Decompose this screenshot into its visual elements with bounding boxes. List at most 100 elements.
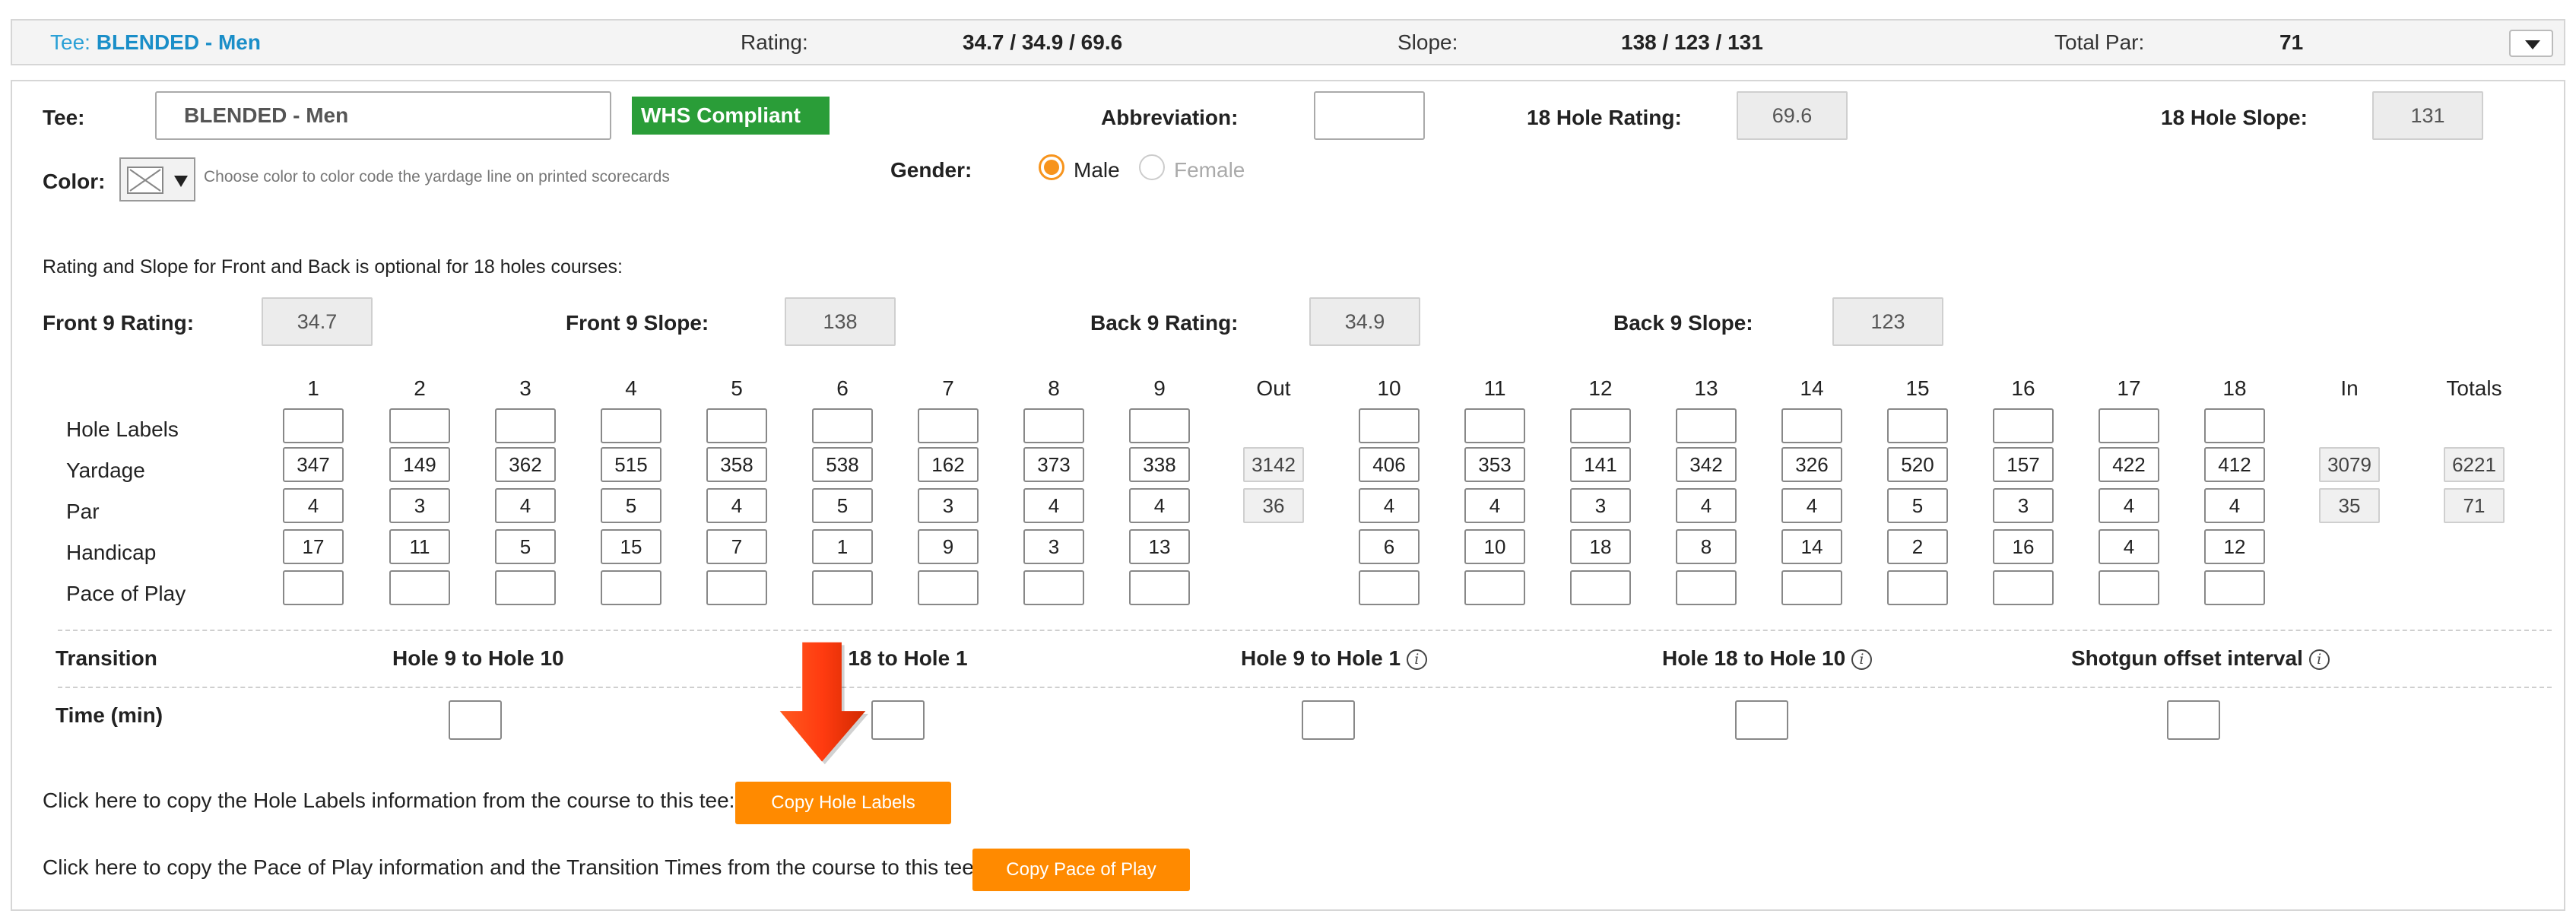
par-input[interactable]: 4 (1464, 488, 1525, 523)
handicap-input[interactable]: 1 (812, 529, 873, 564)
pace-of-play-input[interactable] (1676, 570, 1737, 605)
time-input-9-10[interactable] (449, 700, 502, 740)
hole-label-input[interactable] (601, 408, 661, 443)
pace-of-play-input[interactable] (1993, 570, 2054, 605)
hole-label-input[interactable] (1129, 408, 1190, 443)
par-input[interactable]: 4 (2204, 488, 2265, 523)
pace-of-play-input[interactable] (2099, 570, 2159, 605)
handicap-input[interactable]: 11 (389, 529, 450, 564)
yardage-input[interactable]: 412 (2204, 447, 2265, 482)
info-icon[interactable]: i (1406, 649, 1427, 671)
par-input[interactable]: 3 (1570, 488, 1631, 523)
hole-label-input[interactable] (918, 408, 979, 443)
yardage-input[interactable]: 373 (1023, 447, 1084, 482)
yardage-input[interactable]: 162 (918, 447, 979, 482)
hole-label-input[interactable] (1781, 408, 1842, 443)
pace-of-play-input[interactable] (1570, 570, 1631, 605)
yardage-input[interactable]: 157 (1993, 447, 2054, 482)
hole-label-input[interactable] (389, 408, 450, 443)
gender-male-radio[interactable] (1039, 154, 1064, 180)
time-input-9-1[interactable] (1302, 700, 1355, 740)
par-input[interactable]: 5 (812, 488, 873, 523)
abbreviation-input[interactable] (1314, 91, 1425, 140)
par-input[interactable]: 3 (1993, 488, 2054, 523)
hole-label-input[interactable] (1359, 408, 1420, 443)
par-input[interactable]: 4 (1359, 488, 1420, 523)
pace-of-play-input[interactable] (601, 570, 661, 605)
yardage-input[interactable]: 338 (1129, 447, 1190, 482)
pace-of-play-input[interactable] (706, 570, 767, 605)
hole-label-input[interactable] (2099, 408, 2159, 443)
handicap-input[interactable]: 5 (495, 529, 556, 564)
gender-female-label[interactable]: Female (1174, 158, 1245, 182)
handicap-input[interactable]: 6 (1359, 529, 1420, 564)
yardage-input[interactable]: 362 (495, 447, 556, 482)
handicap-input[interactable]: 2 (1887, 529, 1948, 564)
yardage-input[interactable]: 141 (1570, 447, 1631, 482)
yardage-input[interactable]: 326 (1781, 447, 1842, 482)
hole-label-input[interactable] (706, 408, 767, 443)
yardage-input[interactable]: 149 (389, 447, 450, 482)
hole-label-input[interactable] (1023, 408, 1084, 443)
pace-of-play-input[interactable] (1781, 570, 1842, 605)
gender-male-label[interactable]: Male (1074, 158, 1120, 182)
time-input-shotgun[interactable] (2167, 700, 2220, 740)
time-input-18-1[interactable] (871, 700, 925, 740)
handicap-input[interactable]: 18 (1570, 529, 1631, 564)
par-input[interactable]: 4 (283, 488, 344, 523)
par-input[interactable]: 4 (706, 488, 767, 523)
hole-label-input[interactable] (1887, 408, 1948, 443)
handicap-input[interactable]: 9 (918, 529, 979, 564)
copy-pace-of-play-button[interactable]: Copy Pace of Play (972, 849, 1190, 891)
tee-name-input[interactable]: BLENDED - Men (155, 91, 611, 140)
hole-label-input[interactable] (1676, 408, 1737, 443)
yardage-input[interactable]: 406 (1359, 447, 1420, 482)
yardage-input[interactable]: 515 (601, 447, 661, 482)
par-input[interactable]: 4 (495, 488, 556, 523)
yardage-input[interactable]: 347 (283, 447, 344, 482)
par-input[interactable]: 5 (601, 488, 661, 523)
pace-of-play-input[interactable] (495, 570, 556, 605)
expand-toggle-button[interactable] (2509, 30, 2553, 57)
info-icon[interactable]: i (2308, 649, 2330, 671)
tee-summary-bar[interactable]: Tee: BLENDED - Men Rating: 34.7 / 34.9 /… (11, 19, 2565, 65)
handicap-input[interactable]: 8 (1676, 529, 1737, 564)
pace-of-play-input[interactable] (918, 570, 979, 605)
yardage-input[interactable]: 520 (1887, 447, 1948, 482)
info-icon[interactable]: i (644, 144, 665, 166)
pace-of-play-input[interactable] (283, 570, 344, 605)
yardage-input[interactable]: 538 (812, 447, 873, 482)
par-input[interactable]: 4 (2099, 488, 2159, 523)
handicap-input[interactable]: 7 (706, 529, 767, 564)
hole-label-input[interactable] (1993, 408, 2054, 443)
par-input[interactable]: 3 (918, 488, 979, 523)
copy-hole-labels-button[interactable]: Copy Hole Labels (735, 782, 951, 824)
par-input[interactable]: 4 (1676, 488, 1737, 523)
yardage-input[interactable]: 353 (1464, 447, 1525, 482)
handicap-input[interactable]: 12 (2204, 529, 2265, 564)
handicap-input[interactable]: 16 (1993, 529, 2054, 564)
hole-label-input[interactable] (495, 408, 556, 443)
pace-of-play-input[interactable] (1464, 570, 1525, 605)
pace-of-play-input[interactable] (1023, 570, 1084, 605)
pace-of-play-input[interactable] (389, 570, 450, 605)
par-input[interactable]: 3 (389, 488, 450, 523)
par-input[interactable]: 4 (1781, 488, 1842, 523)
hole-label-input[interactable] (812, 408, 873, 443)
handicap-input[interactable]: 10 (1464, 529, 1525, 564)
color-picker-button[interactable] (119, 157, 195, 201)
pace-of-play-input[interactable] (1887, 570, 1948, 605)
pace-of-play-input[interactable] (1129, 570, 1190, 605)
handicap-input[interactable]: 4 (2099, 529, 2159, 564)
hole-label-input[interactable] (1570, 408, 1631, 443)
pace-of-play-input[interactable] (812, 570, 873, 605)
hole-label-input[interactable] (2204, 408, 2265, 443)
handicap-input[interactable]: 14 (1781, 529, 1842, 564)
pace-of-play-input[interactable] (1359, 570, 1420, 605)
info-icon[interactable]: i (1851, 649, 1872, 671)
par-input[interactable]: 5 (1887, 488, 1948, 523)
gender-female-radio[interactable] (1139, 154, 1165, 180)
handicap-input[interactable]: 15 (601, 529, 661, 564)
yardage-input[interactable]: 422 (2099, 447, 2159, 482)
handicap-input[interactable]: 13 (1129, 529, 1190, 564)
